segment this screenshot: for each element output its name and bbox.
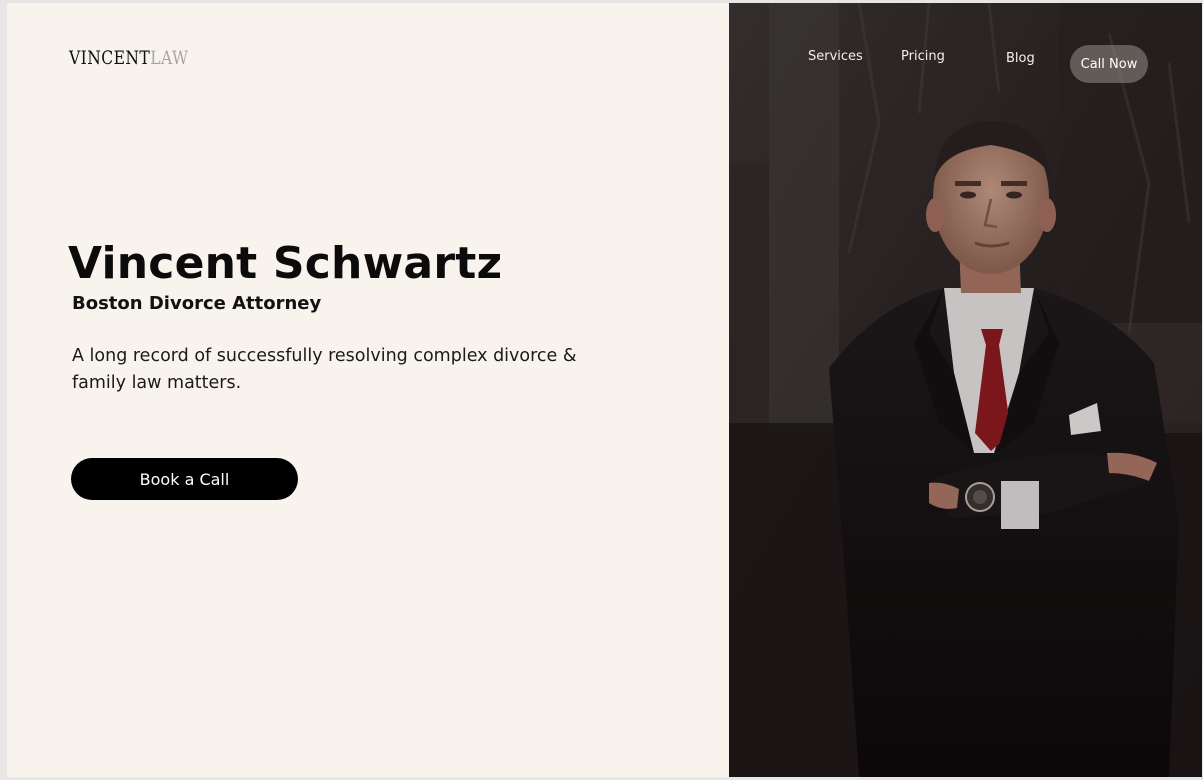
portrait-illustration: [729, 3, 1202, 777]
landing-page: VINCENTLAW Vincent Schwartz Boston Divor…: [7, 3, 1202, 777]
logo-secondary: LAW: [150, 47, 189, 69]
call-now-button[interactable]: Call Now: [1070, 45, 1148, 83]
nav-services[interactable]: Services: [808, 49, 863, 64]
logo-primary: VINCENT: [69, 47, 151, 69]
hero-subtitle: Boston Divorce Attorney: [72, 293, 322, 314]
logo[interactable]: VINCENTLAW: [69, 47, 188, 69]
attorney-portrait-image: Services Pricing Blog Call Now: [729, 3, 1202, 777]
book-call-button[interactable]: Book a Call: [71, 458, 298, 500]
hero-description: A long record of successfully resolving …: [72, 346, 577, 393]
hero-title: Vincent Schwartz: [68, 238, 503, 289]
nav-blog[interactable]: Blog: [1006, 51, 1035, 66]
nav-pricing[interactable]: Pricing: [901, 49, 945, 64]
